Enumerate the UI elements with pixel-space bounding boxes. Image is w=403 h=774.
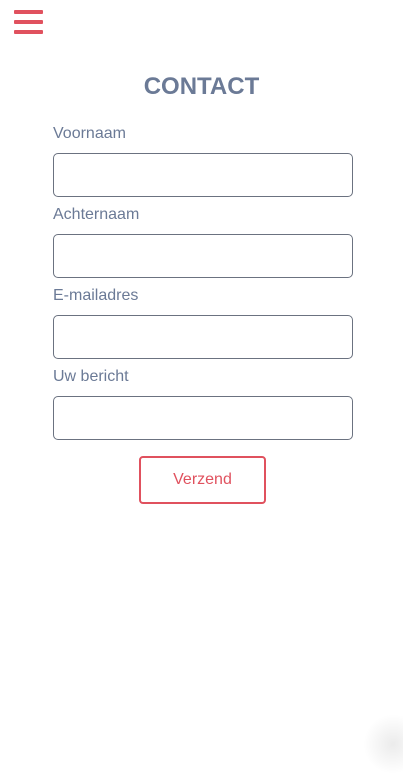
last-name-field[interactable]	[53, 234, 353, 278]
first-name-field[interactable]	[53, 153, 353, 197]
message-label: Uw bericht	[53, 368, 129, 385]
submit-container: Verzend	[139, 456, 266, 504]
email-label: E-mailadres	[53, 287, 139, 304]
first-name-label: Voornaam	[53, 125, 126, 142]
hamburger-menu-icon-bar	[14, 30, 43, 34]
submit-button[interactable]: Verzend	[139, 456, 266, 504]
corner-shadow	[363, 714, 403, 774]
email-field[interactable]	[53, 315, 353, 359]
message-field[interactable]	[53, 396, 353, 440]
last-name-label: Achternaam	[53, 206, 140, 223]
hamburger-menu-icon	[14, 10, 43, 14]
hamburger-menu-icon-bar	[14, 20, 43, 24]
menu-button[interactable]	[14, 10, 43, 35]
page-title: CONTACT	[143, 73, 260, 100]
contact-form: Voornaam Achternaam E-mailadres Uw beric…	[53, 124, 353, 448]
